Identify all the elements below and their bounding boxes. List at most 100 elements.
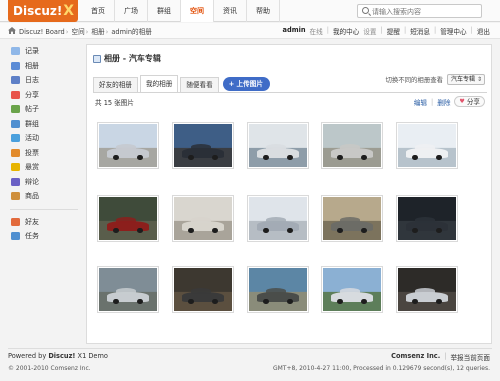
sidebar-item-label: 投票 bbox=[25, 148, 39, 157]
sidebar-item-label: 商品 bbox=[25, 192, 39, 200]
sidebar-item-debate[interactable]: 辩论 bbox=[8, 175, 84, 190]
photo-thumbnail[interactable] bbox=[321, 266, 383, 313]
wheel bbox=[212, 154, 219, 161]
sidebar-item-blog[interactable]: 日志 bbox=[8, 73, 84, 88]
wheel bbox=[436, 298, 443, 305]
tab-browse[interactable]: 随便看看 bbox=[180, 77, 219, 92]
album-actions: 编辑 | 删除 ♥ 分享 bbox=[414, 96, 485, 107]
sidebar-item-label: 相册 bbox=[25, 61, 39, 70]
divider: | bbox=[470, 26, 473, 34]
nav-item-help[interactable]: 帮助 bbox=[247, 0, 280, 22]
reminder-link[interactable]: 提醒 bbox=[387, 26, 400, 36]
car-photo bbox=[99, 268, 157, 311]
settings-link[interactable]: 设置 bbox=[363, 26, 376, 36]
car-photo bbox=[323, 124, 381, 167]
divider: | bbox=[444, 352, 447, 360]
sidebar-item-task[interactable]: 任务 bbox=[8, 229, 84, 244]
photo-thumbnail[interactable] bbox=[321, 195, 383, 242]
photo-thumbnail[interactable] bbox=[172, 122, 234, 169]
share-label: 分享 bbox=[466, 97, 480, 106]
wheel bbox=[212, 227, 219, 234]
sidebar-item-friend[interactable]: 好友 bbox=[8, 215, 84, 230]
wheel bbox=[336, 298, 343, 305]
messages-link[interactable]: 短消息 bbox=[410, 26, 430, 36]
car-photo bbox=[323, 268, 381, 311]
page-title-text: 相册 - 汽车专辑 bbox=[104, 54, 161, 63]
nav-item-space[interactable]: 空间 bbox=[181, 0, 214, 22]
sidebar-item-note[interactable]: 记录 bbox=[8, 44, 84, 59]
photo-thumbnail[interactable] bbox=[396, 122, 458, 169]
photo-thumbnail[interactable] bbox=[396, 195, 458, 242]
breadcrumb-item[interactable]: admin的相册 bbox=[111, 28, 151, 36]
wheel bbox=[436, 154, 443, 161]
divider: | bbox=[431, 97, 434, 106]
photo-thumbnail[interactable] bbox=[97, 266, 159, 313]
tab-my-albums[interactable]: 我的相册 bbox=[139, 75, 179, 92]
nav-item-square[interactable]: 广场 bbox=[115, 0, 148, 22]
logout-link[interactable]: 退出 bbox=[477, 26, 490, 36]
photo-thumbnail[interactable] bbox=[247, 195, 309, 242]
photo-thumbnail[interactable] bbox=[97, 195, 159, 242]
divider: | bbox=[403, 26, 407, 34]
sidebar-item-photo[interactable]: 相册 bbox=[8, 59, 84, 74]
wheel bbox=[262, 298, 269, 305]
footer-links: Comsenz Inc. | 举报当前页面 bbox=[391, 352, 490, 362]
sidebar-item-post[interactable]: 帖子 bbox=[8, 102, 84, 117]
search-icon[interactable] bbox=[362, 7, 369, 14]
search-input[interactable] bbox=[372, 6, 477, 17]
breadcrumb-item[interactable]: 相册 bbox=[91, 28, 104, 36]
breadcrumb-separator: › bbox=[65, 28, 69, 36]
nav-item-groups[interactable]: 群组 bbox=[148, 0, 181, 22]
admin-center-link[interactable]: 管理中心 bbox=[440, 26, 466, 36]
photo-thumbnail[interactable] bbox=[172, 266, 234, 313]
photo-thumbnail[interactable] bbox=[247, 266, 309, 313]
photo-thumbnail[interactable] bbox=[97, 122, 159, 169]
photo-thumbnail[interactable] bbox=[172, 195, 234, 242]
page-title: 相册 - 汽车专辑 bbox=[93, 53, 161, 64]
edit-link[interactable]: 编辑 bbox=[414, 97, 427, 107]
nav-item-home[interactable]: 首页 bbox=[82, 0, 115, 22]
breadcrumb-item[interactable]: Discuz! Board bbox=[19, 28, 65, 36]
breadcrumb: Discuz! Board› 空间› 相册› admin的相册 bbox=[19, 26, 152, 36]
wheel bbox=[336, 227, 343, 234]
sidebar-item-reward[interactable]: 悬赏 bbox=[8, 160, 84, 175]
powered-prefix: Powered by bbox=[8, 352, 47, 360]
wheel bbox=[137, 298, 144, 305]
online-status[interactable]: 在线 bbox=[310, 26, 323, 36]
processing-info: GMT+8, 2010-4-27 11:00, Processed in 0.1… bbox=[272, 365, 490, 372]
report-link[interactable]: 举报当前页面 bbox=[450, 352, 490, 362]
sidebar-item-goods[interactable]: 商品 bbox=[8, 189, 84, 204]
logo-mark: X bbox=[63, 3, 74, 19]
share-button[interactable]: ♥ 分享 bbox=[454, 96, 485, 107]
powered-product-link[interactable]: Discuz! bbox=[48, 352, 75, 360]
sidebar-item-event[interactable]: 活动 bbox=[8, 131, 84, 146]
nav-item-news[interactable]: 资讯 bbox=[214, 0, 247, 22]
wheel bbox=[262, 227, 269, 234]
company-link[interactable]: Comsenz Inc. bbox=[391, 352, 440, 362]
album-switch-label: 切换不同的相册查看 bbox=[385, 76, 443, 84]
photo-thumbnail[interactable] bbox=[396, 266, 458, 313]
wheel bbox=[187, 227, 194, 234]
username-link[interactable]: admin bbox=[283, 26, 306, 36]
sidebar-item-share[interactable]: 分享 bbox=[8, 88, 84, 103]
sidebar-divider bbox=[10, 208, 78, 210]
site-logo[interactable]: Discuz! X bbox=[8, 0, 78, 22]
album-select[interactable]: 汽车专辑 bbox=[447, 74, 485, 85]
breadcrumb-item[interactable]: 空间 bbox=[71, 28, 84, 36]
home-icon[interactable] bbox=[8, 27, 16, 34]
delete-link[interactable]: 删除 bbox=[437, 97, 450, 107]
wheel bbox=[112, 298, 119, 305]
car-photo bbox=[99, 124, 157, 167]
sidebar-item-group[interactable]: 群组 bbox=[8, 117, 84, 132]
wheel bbox=[187, 298, 194, 305]
wheel bbox=[361, 298, 368, 305]
my-center-link[interactable]: 我的中心 bbox=[333, 26, 359, 36]
photo-thumbnail[interactable] bbox=[247, 122, 309, 169]
car-photo bbox=[398, 124, 456, 167]
photo-thumbnail[interactable] bbox=[321, 122, 383, 169]
share-icon bbox=[11, 90, 20, 99]
sidebar-item-poll[interactable]: 投票 bbox=[8, 146, 84, 161]
wheel bbox=[112, 154, 119, 161]
tab-friends-albums[interactable]: 好友的相册 bbox=[93, 77, 138, 92]
upload-photo-button[interactable]: + 上传图片 bbox=[222, 77, 270, 91]
